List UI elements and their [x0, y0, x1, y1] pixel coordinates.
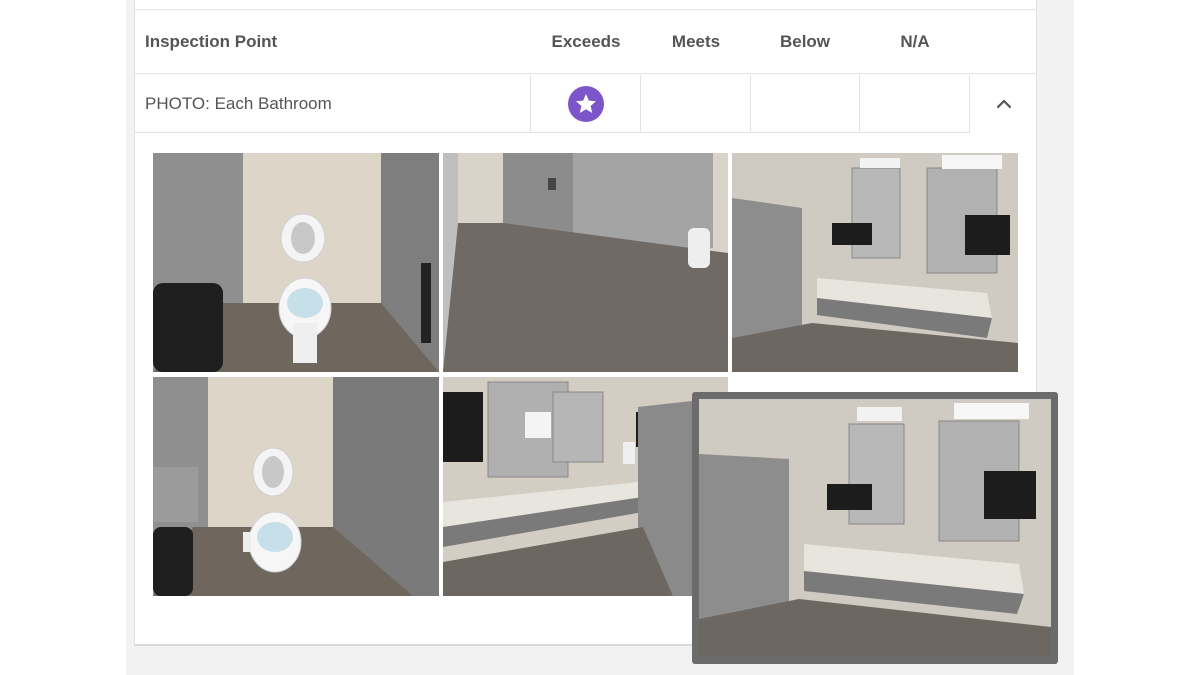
- rating-exceeds-cell[interactable]: [531, 75, 641, 133]
- header-na: N/A: [900, 32, 930, 51]
- star-icon[interactable]: [567, 86, 604, 122]
- header-inspection-point: Inspection Point: [145, 32, 278, 51]
- sink-vanity-mirrors-photo[interactable]: [732, 153, 1018, 372]
- toilet-stall-photo-2[interactable]: [153, 377, 439, 596]
- header-meets: Meets: [671, 32, 721, 51]
- enlarged-photo-preview[interactable]: [692, 392, 1058, 664]
- header-exceeds: Exceeds: [551, 32, 621, 51]
- header-below: Below: [779, 32, 831, 51]
- sink-vanity-mirrors-photo-enlarged: [699, 399, 1051, 657]
- table-header: Inspection Point Exceeds Meets Below N/A: [135, 10, 1036, 74]
- sinks-paper-towel-photo[interactable]: [443, 377, 728, 596]
- rating-below-cell[interactable]: [751, 75, 860, 133]
- restroom-floor-partitions-photo[interactable]: [443, 153, 728, 372]
- table-row: PHOTO: Each Bathroom: [135, 75, 970, 133]
- rating-meets-cell[interactable]: [641, 75, 751, 133]
- chevron-up-icon[interactable]: [993, 94, 1015, 114]
- rating-na-cell[interactable]: [860, 75, 970, 133]
- toilet-stall-photo[interactable]: [153, 153, 439, 372]
- inspection-point-label: PHOTO: Each Bathroom: [135, 75, 531, 133]
